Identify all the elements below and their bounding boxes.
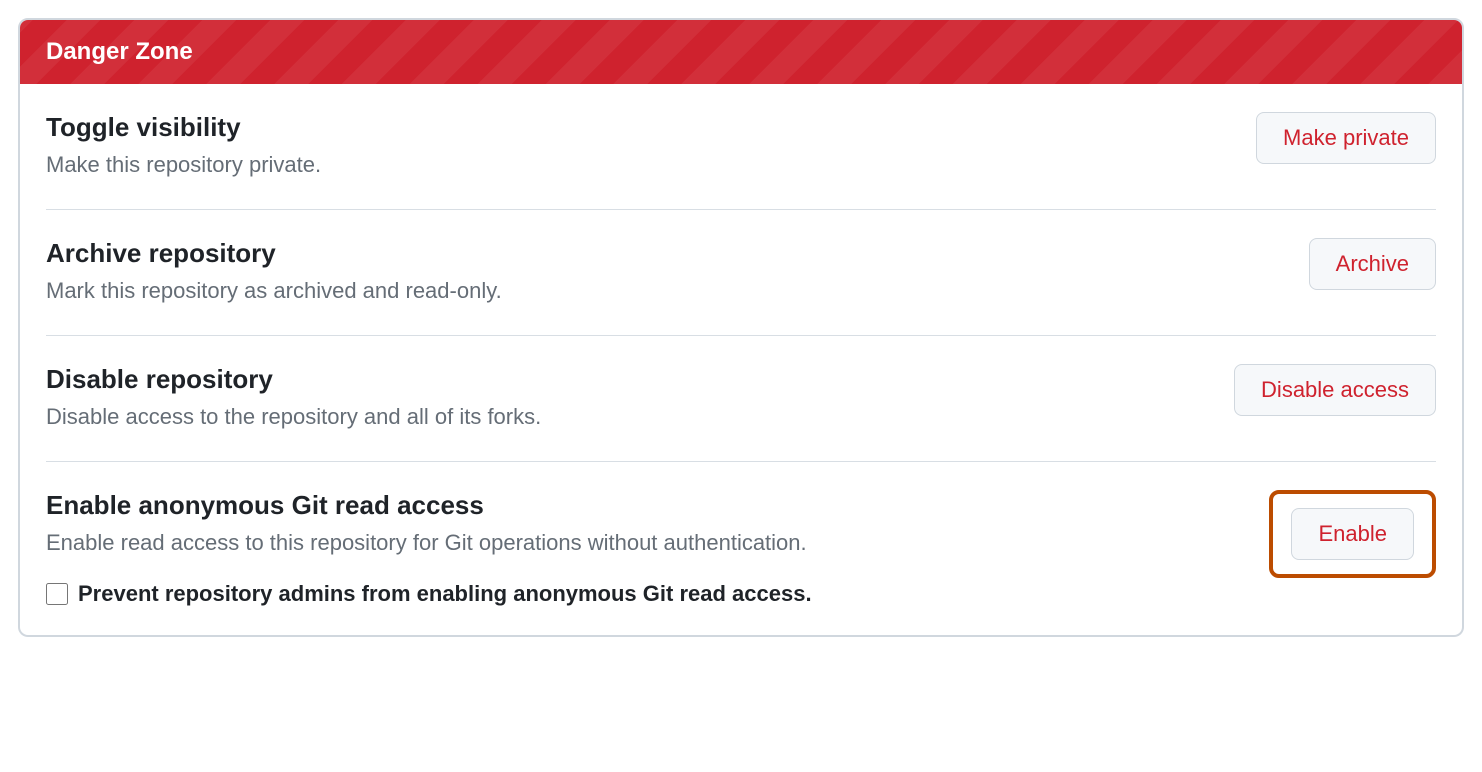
row-desc: Mark this repository as archived and rea… bbox=[46, 275, 502, 307]
row-text: Toggle visibility Make this repository p… bbox=[46, 112, 321, 181]
row-title: Disable repository bbox=[46, 364, 541, 395]
row-archive-repository: Archive repository Mark this repository … bbox=[46, 210, 1436, 336]
disable-access-button[interactable]: Disable access bbox=[1234, 364, 1436, 416]
prevent-admins-checkbox[interactable] bbox=[46, 583, 68, 605]
make-private-button[interactable]: Make private bbox=[1256, 112, 1436, 164]
row-action: Disable access bbox=[1234, 364, 1436, 416]
row-action: Enable bbox=[1269, 490, 1436, 578]
prevent-admins-checkbox-row: Prevent repository admins from enabling … bbox=[46, 581, 812, 607]
row-text: Archive repository Mark this repository … bbox=[46, 238, 502, 307]
enable-anonymous-git-button[interactable]: Enable bbox=[1291, 508, 1414, 560]
archive-button[interactable]: Archive bbox=[1309, 238, 1436, 290]
danger-zone-title: Danger Zone bbox=[46, 38, 193, 65]
row-desc: Enable read access to this repository fo… bbox=[46, 527, 812, 559]
enable-button-highlight: Enable bbox=[1269, 490, 1436, 578]
row-anonymous-git-read: Enable anonymous Git read access Enable … bbox=[46, 462, 1436, 635]
row-title: Archive repository bbox=[46, 238, 502, 269]
row-text: Enable anonymous Git read access Enable … bbox=[46, 490, 812, 607]
danger-zone-body: Toggle visibility Make this repository p… bbox=[20, 84, 1462, 635]
row-toggle-visibility: Toggle visibility Make this repository p… bbox=[46, 84, 1436, 210]
row-text: Disable repository Disable access to the… bbox=[46, 364, 541, 433]
danger-zone-header: Danger Zone bbox=[20, 20, 1462, 84]
row-action: Archive bbox=[1309, 238, 1436, 290]
prevent-admins-label[interactable]: Prevent repository admins from enabling … bbox=[78, 581, 812, 607]
row-desc: Disable access to the repository and all… bbox=[46, 401, 541, 433]
row-desc: Make this repository private. bbox=[46, 149, 321, 181]
row-title: Enable anonymous Git read access bbox=[46, 490, 812, 521]
row-disable-repository: Disable repository Disable access to the… bbox=[46, 336, 1436, 462]
danger-zone-panel: Danger Zone Toggle visibility Make this … bbox=[18, 18, 1464, 637]
row-title: Toggle visibility bbox=[46, 112, 321, 143]
row-action: Make private bbox=[1256, 112, 1436, 164]
